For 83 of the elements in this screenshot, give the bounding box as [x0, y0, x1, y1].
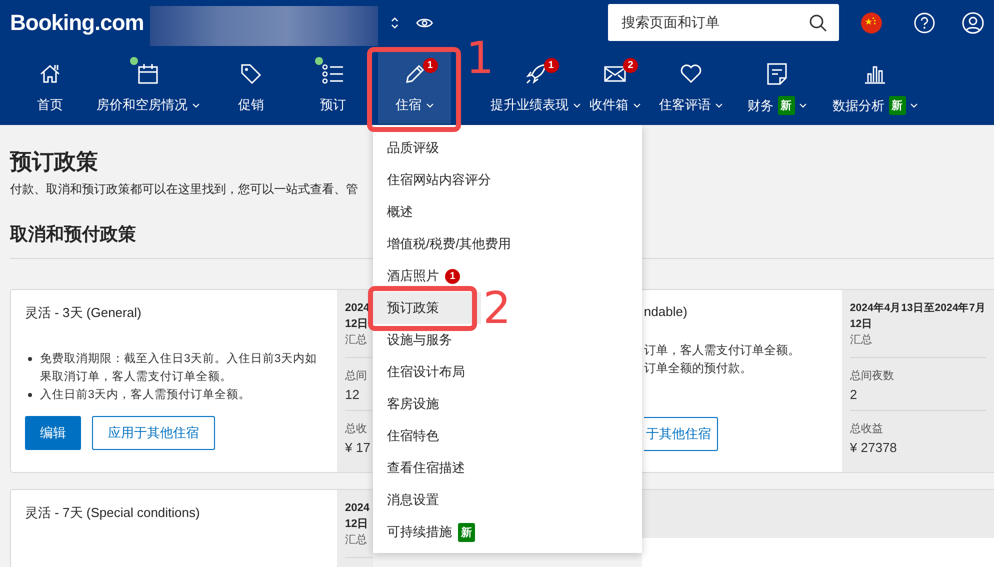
summary-label: 汇总	[850, 332, 986, 358]
search-icon[interactable]	[809, 14, 828, 32]
date-range: 2024年4月13日至2024年7月 12日	[850, 301, 986, 332]
bullet-icon	[28, 393, 32, 397]
page-title: 预订政策	[10, 148, 98, 176]
menu-label: 住宿网站内容评分	[387, 171, 491, 189]
nav-tab[interactable]: 预订	[294, 50, 372, 124]
new-tag: 新	[778, 96, 794, 115]
stat-value: 2	[850, 387, 858, 402]
stat-value: ¥ 27378	[850, 440, 897, 455]
nav-tab[interactable]: 首页	[12, 50, 88, 124]
nav-label: 提升业绩表现	[490, 96, 568, 114]
page-description: 付款、取消和预订政策都可以在这里找到，您可以一站式查看、管	[10, 182, 358, 198]
nav-label: 预订	[320, 96, 346, 114]
apply-button[interactable]: 应用于其他住宿	[92, 416, 215, 450]
menu-label: 住宿特色	[387, 427, 439, 445]
menu-label: 可持续措施	[387, 523, 452, 541]
menu-label: 住宿设计布局	[387, 363, 465, 381]
menu-label: 设施与服务	[387, 331, 452, 349]
policy-title: 灵活 - 3天 (General)	[25, 304, 142, 322]
logo[interactable]: Booking.com	[10, 10, 144, 36]
nav-label: 首页	[37, 96, 63, 114]
bullet-icon	[28, 357, 32, 361]
document-icon	[765, 62, 789, 86]
list-icon	[321, 62, 345, 86]
edit-button[interactable]: 编辑	[25, 416, 81, 450]
policy-rule: 免费取消期限：截至入住日3天前。入住日前3天内如果取消订单，客人需支付订单全额。	[40, 352, 318, 385]
date-range: 2024 12日	[345, 501, 370, 532]
nav-label: 数据分析	[832, 96, 884, 114]
count-badge: 1	[422, 58, 438, 73]
menu-label: 概述	[387, 203, 413, 221]
policy-rule: 订单全额的预付款。	[644, 360, 752, 377]
menu-label: 品质评级	[387, 139, 439, 157]
stat-value: 12	[345, 387, 360, 402]
heart-icon	[679, 62, 703, 86]
menu-label: 预订政策	[387, 299, 439, 317]
policy-title: 灵活 - 7天 (Special conditions)	[25, 504, 201, 522]
sort-icon[interactable]	[390, 16, 400, 30]
search-field[interactable]: 搜索页面和订单	[608, 4, 840, 41]
user-icon[interactable]	[962, 12, 984, 34]
nav-tab[interactable]: 1 住宿	[378, 50, 451, 124]
policy-rule: 入住日前3天内，客人需预付订单全额。	[40, 387, 250, 403]
nav-label: 财务	[748, 96, 774, 114]
menu-label: 酒店照片	[387, 267, 439, 285]
stat-label: 总收	[345, 422, 367, 436]
tag-icon	[239, 62, 263, 86]
house-icon	[38, 62, 62, 86]
menu-label: 客房设施	[387, 395, 439, 413]
count-badge: 1	[445, 268, 460, 284]
nav-label: 房价和空房情况	[96, 96, 188, 114]
stat-label: 总间	[345, 369, 367, 383]
nav-tab[interactable]: 促销	[208, 50, 294, 124]
flag-icon[interactable]	[861, 12, 882, 34]
stat-label: 总收益	[850, 422, 883, 436]
new-tag: 新	[458, 522, 475, 542]
nav-tab[interactable]: 数据分析 新	[821, 50, 929, 124]
new-tag: 新	[888, 96, 906, 115]
stat-value: ¥ 17	[345, 440, 370, 455]
count-badge: 2	[623, 58, 638, 73]
policy-rule: 订单，客人需支付订单全额。	[644, 342, 800, 359]
nav-tab[interactable]: 2 收件箱	[581, 50, 649, 124]
count-badge: 1	[544, 58, 558, 73]
step-number: 2	[483, 287, 511, 331]
calendar-icon	[136, 62, 160, 86]
help-icon[interactable]	[914, 12, 935, 34]
rocket-icon	[524, 62, 548, 86]
menu-label: 增值税/税费/其他费用	[387, 235, 512, 253]
nav-label: 住客评语	[659, 96, 711, 114]
summary-label: 汇总	[345, 332, 372, 358]
policy-title: ndable)	[644, 304, 688, 319]
section-title: 取消和预付政策	[10, 224, 136, 244]
nav-tab[interactable]: 住客评语	[649, 50, 733, 124]
nav-tab[interactable]: 财务 新	[733, 50, 821, 124]
nav-label: 促销	[238, 96, 264, 114]
nav-label: 住宿	[396, 96, 422, 114]
eye-icon[interactable]	[416, 16, 433, 28]
stat-label: 总间夜数	[850, 368, 894, 383]
apply-button[interactable]: 于其他住宿	[644, 417, 718, 451]
menu-item[interactable]: 预订政策	[373, 292, 481, 324]
nav-label: 收件箱	[590, 96, 628, 114]
nav-tab[interactable]: 房价和空房情况	[88, 50, 208, 124]
menu-label: 消息设置	[387, 491, 439, 509]
menu-label: 查看住宿描述	[387, 459, 465, 477]
